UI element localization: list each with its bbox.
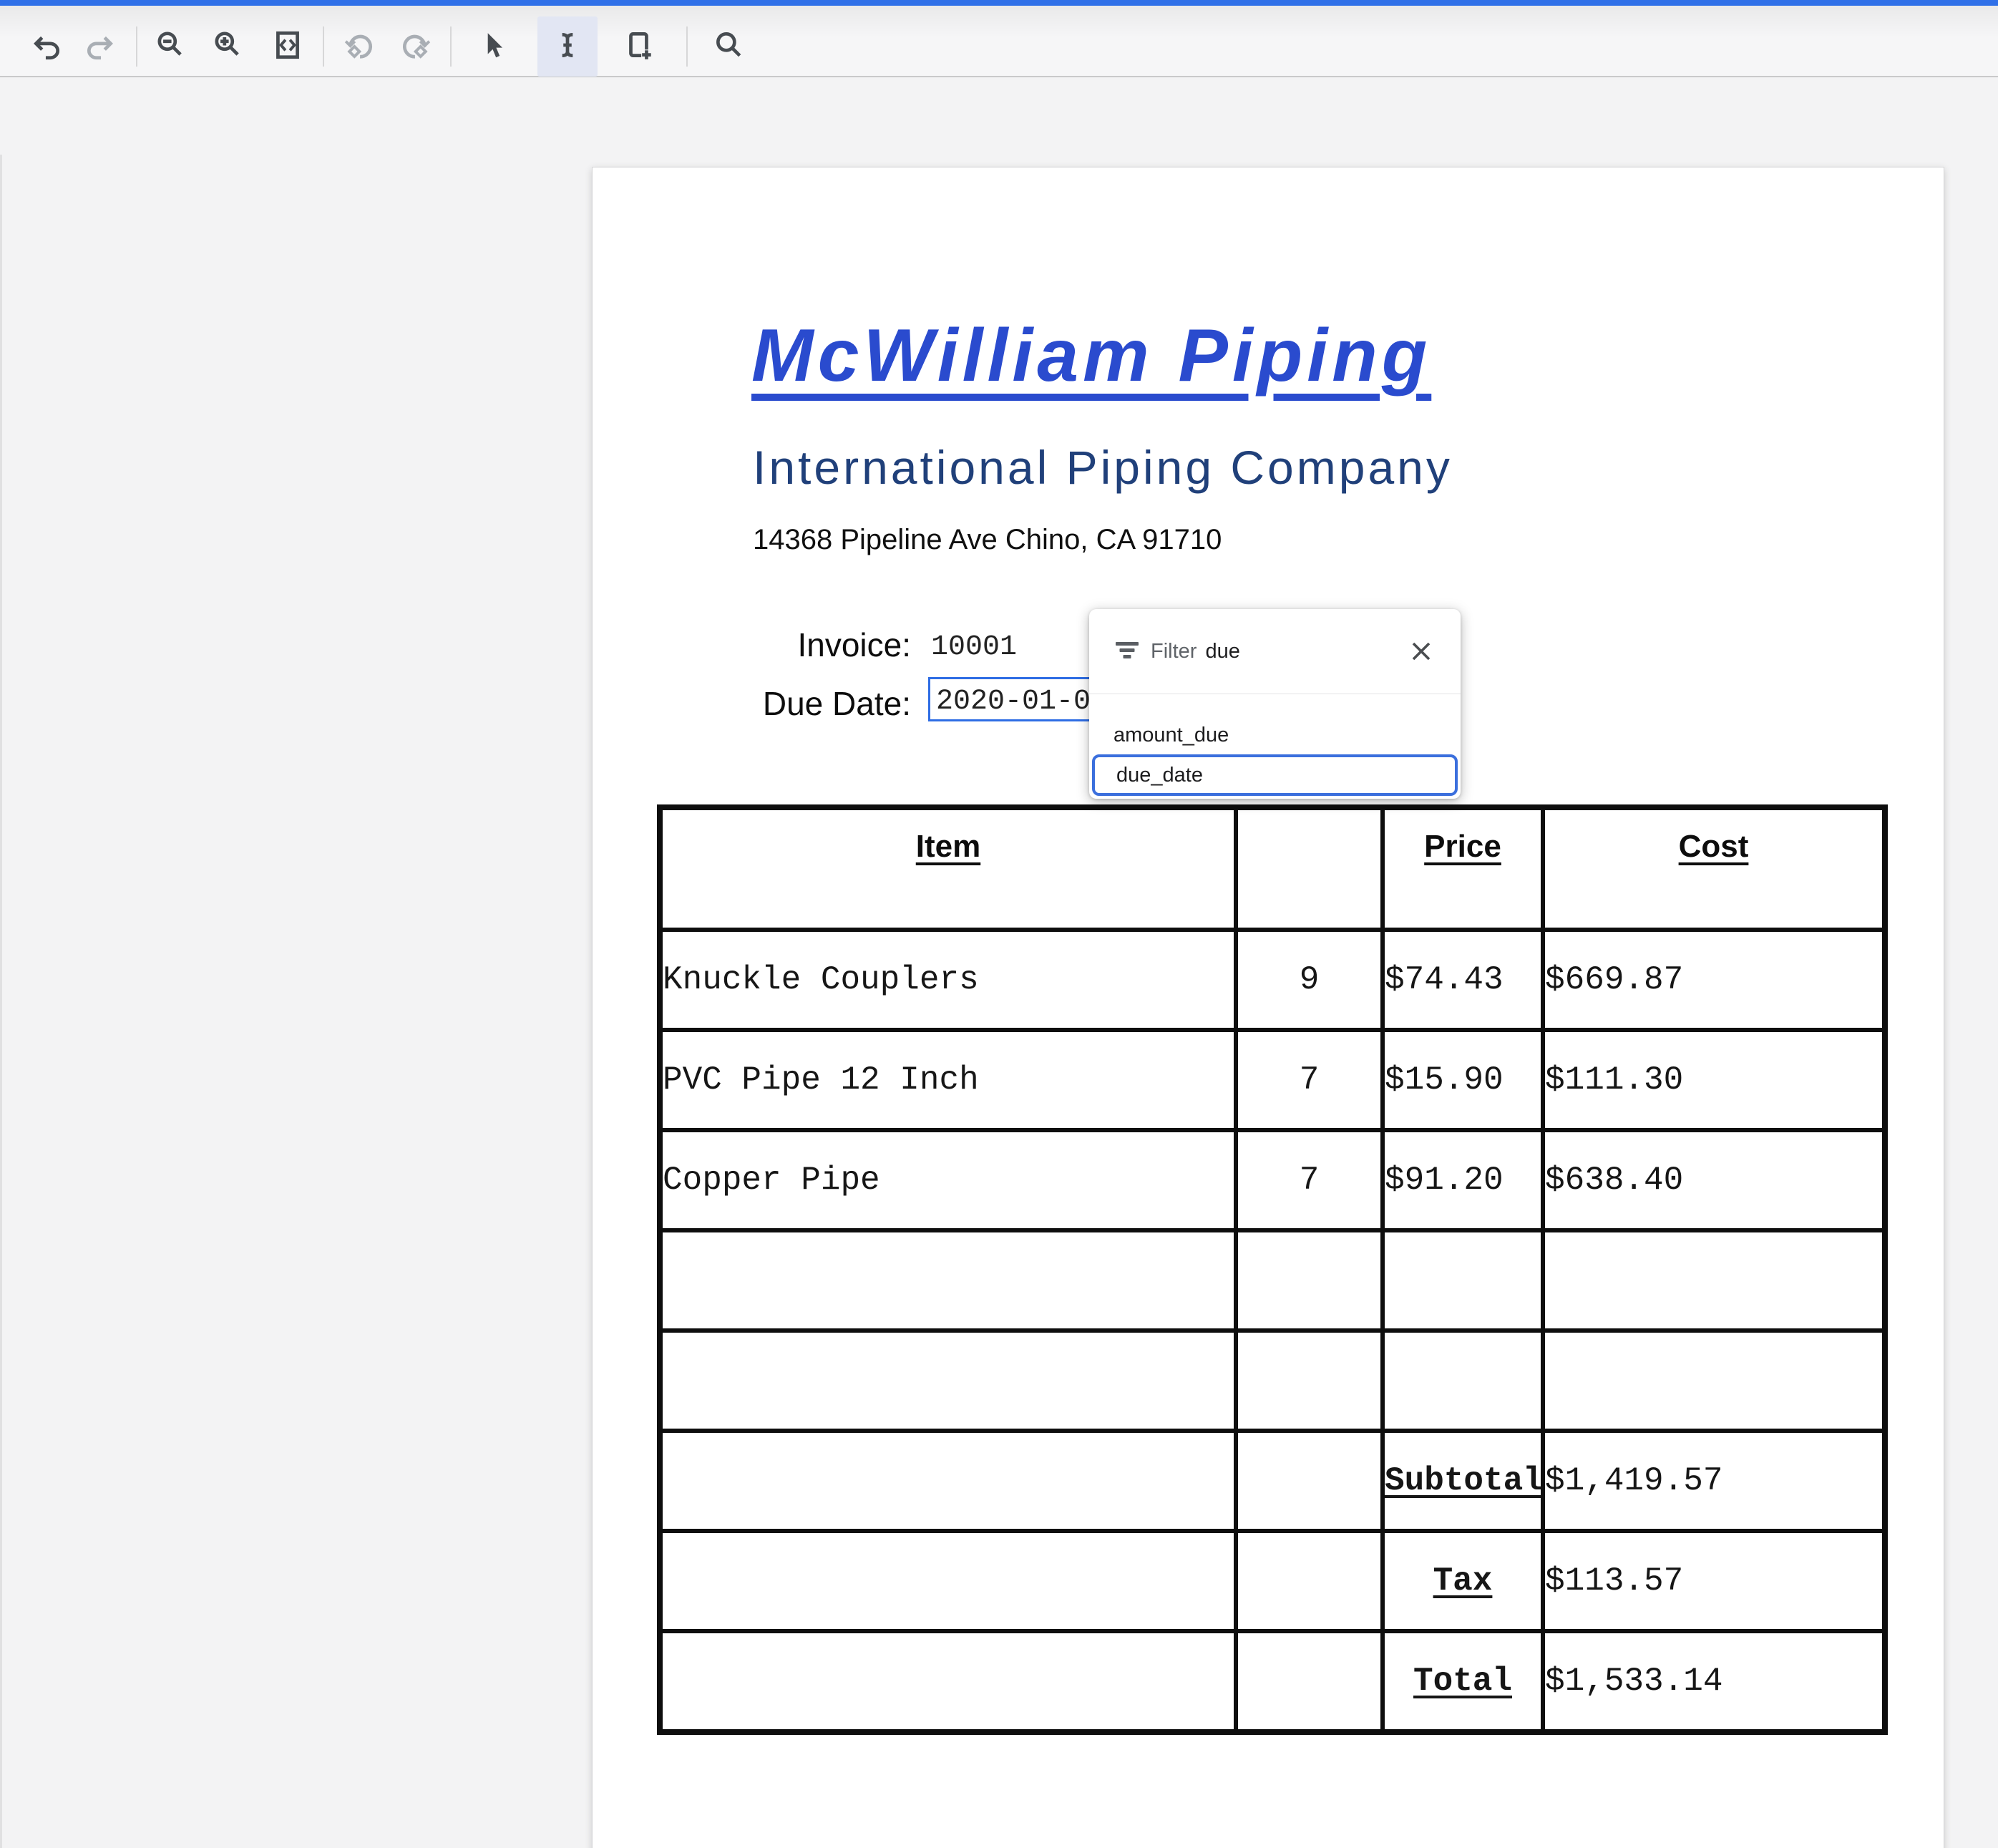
rotate-right-button[interactable] xyxy=(386,16,447,77)
option-amount-due[interactable]: amount_due xyxy=(1089,694,1461,753)
search-button[interactable] xyxy=(698,16,759,77)
cell-qty: 9 xyxy=(1236,930,1383,1030)
header-item: Item xyxy=(660,807,1236,930)
rotate-right-icon xyxy=(400,29,433,65)
cell-cost: $669.87 xyxy=(1543,930,1885,1030)
subtotal-value: $1,419.57 xyxy=(1543,1431,1885,1531)
subtotal-row: Subtotal $1,419.57 xyxy=(660,1431,1885,1531)
header-quantity xyxy=(1236,807,1383,930)
zoom-in-button[interactable] xyxy=(198,16,258,77)
page-add-icon xyxy=(623,29,656,65)
undo-icon xyxy=(30,29,63,65)
cell-price: $15.90 xyxy=(1383,1030,1543,1130)
cell-qty: 7 xyxy=(1236,1130,1383,1230)
tax-label: Tax xyxy=(1383,1531,1543,1631)
app-window: McWilliam Piping International Piping Co… xyxy=(0,0,1998,1848)
document-canvas[interactable]: McWilliam Piping International Piping Co… xyxy=(0,77,1998,1848)
company-title: McWilliam Piping xyxy=(751,316,1431,395)
select-cursor-button[interactable] xyxy=(463,16,523,77)
toolbar-separator xyxy=(323,26,324,67)
cell-item: Knuckle Couplers xyxy=(660,930,1236,1030)
header-price: Price xyxy=(1383,807,1543,930)
cell-qty: 7 xyxy=(1236,1030,1383,1130)
fit-page-icon xyxy=(271,29,304,65)
invoice-label: Invoice: xyxy=(593,626,911,664)
zoom-out-button[interactable] xyxy=(140,16,200,77)
filter-popup-header: Filter due xyxy=(1089,609,1461,694)
filter-autocomplete-popup: Filter due amount_due due_date xyxy=(1089,609,1461,799)
close-icon[interactable] xyxy=(1410,641,1432,662)
total-label: Total xyxy=(1383,1631,1543,1732)
zoom-out-icon xyxy=(154,29,187,65)
filter-list-icon xyxy=(1115,642,1139,661)
invoice-table: Item Price Cost Knuckle Couplers 9 $74.4… xyxy=(657,804,1888,1735)
toolbar-separator xyxy=(686,26,688,67)
header-cost: Cost xyxy=(1543,807,1885,930)
invoice-number-value: 10001 xyxy=(931,626,1017,663)
company-address: 14368 Pipeline Ave Chino, CA 91710 xyxy=(753,524,1222,556)
due-date-label: Due Date: xyxy=(593,677,911,723)
due-date-row: Due Date: 2020-01-02 xyxy=(593,677,1113,723)
search-icon xyxy=(712,29,745,65)
table-row xyxy=(660,1331,1885,1431)
table-row: PVC Pipe 12 Inch 7 $15.90 $111.30 xyxy=(660,1030,1885,1130)
table-row: Knuckle Couplers 9 $74.43 $669.87 xyxy=(660,930,1885,1030)
cell-item: PVC Pipe 12 Inch xyxy=(660,1030,1236,1130)
text-select-button[interactable] xyxy=(537,16,598,77)
toolbar xyxy=(0,6,1998,77)
cell-cost: $638.40 xyxy=(1543,1130,1885,1230)
table-row: Copper Pipe 7 $91.20 $638.40 xyxy=(660,1130,1885,1230)
panel-edge xyxy=(0,155,2,1848)
toolbar-separator xyxy=(450,26,452,67)
rotate-left-icon xyxy=(342,29,375,65)
text-cursor-icon xyxy=(551,29,584,65)
window-accent-strip xyxy=(0,0,1998,6)
fit-page-button[interactable] xyxy=(258,16,318,77)
due-date-field[interactable]: 2020-01-02 xyxy=(928,677,1113,721)
toolbar-separator xyxy=(136,26,137,67)
cell-item: Copper Pipe xyxy=(660,1130,1236,1230)
total-row: Total $1,533.14 xyxy=(660,1631,1885,1732)
table-row xyxy=(660,1230,1885,1331)
undo-button[interactable] xyxy=(16,16,77,77)
company-subtitle: International Piping Company xyxy=(753,441,1453,494)
cell-cost: $111.30 xyxy=(1543,1030,1885,1130)
tax-value: $113.57 xyxy=(1543,1531,1885,1631)
rotate-left-button[interactable] xyxy=(328,16,389,77)
cell-price: $74.43 xyxy=(1383,930,1543,1030)
redo-button[interactable] xyxy=(70,16,130,77)
total-value: $1,533.14 xyxy=(1543,1631,1885,1732)
filter-label: Filter xyxy=(1151,640,1197,663)
add-region-button[interactable] xyxy=(609,16,669,77)
filter-query-text: due xyxy=(1205,640,1239,663)
cell-price: $91.20 xyxy=(1383,1130,1543,1230)
zoom-in-icon xyxy=(211,29,244,65)
invoice-page: McWilliam Piping International Piping Co… xyxy=(592,167,1944,1848)
table-header-row: Item Price Cost xyxy=(660,807,1885,930)
cursor-arrow-icon xyxy=(477,29,510,65)
invoice-number-row: Invoice: 10001 xyxy=(593,626,1017,664)
redo-icon xyxy=(84,29,117,65)
option-due-date-selected[interactable]: due_date xyxy=(1092,754,1458,796)
subtotal-label: Subtotal xyxy=(1383,1431,1543,1531)
due-date-value: 2020-01-02 xyxy=(930,679,1111,718)
tax-row: Tax $113.57 xyxy=(660,1531,1885,1631)
